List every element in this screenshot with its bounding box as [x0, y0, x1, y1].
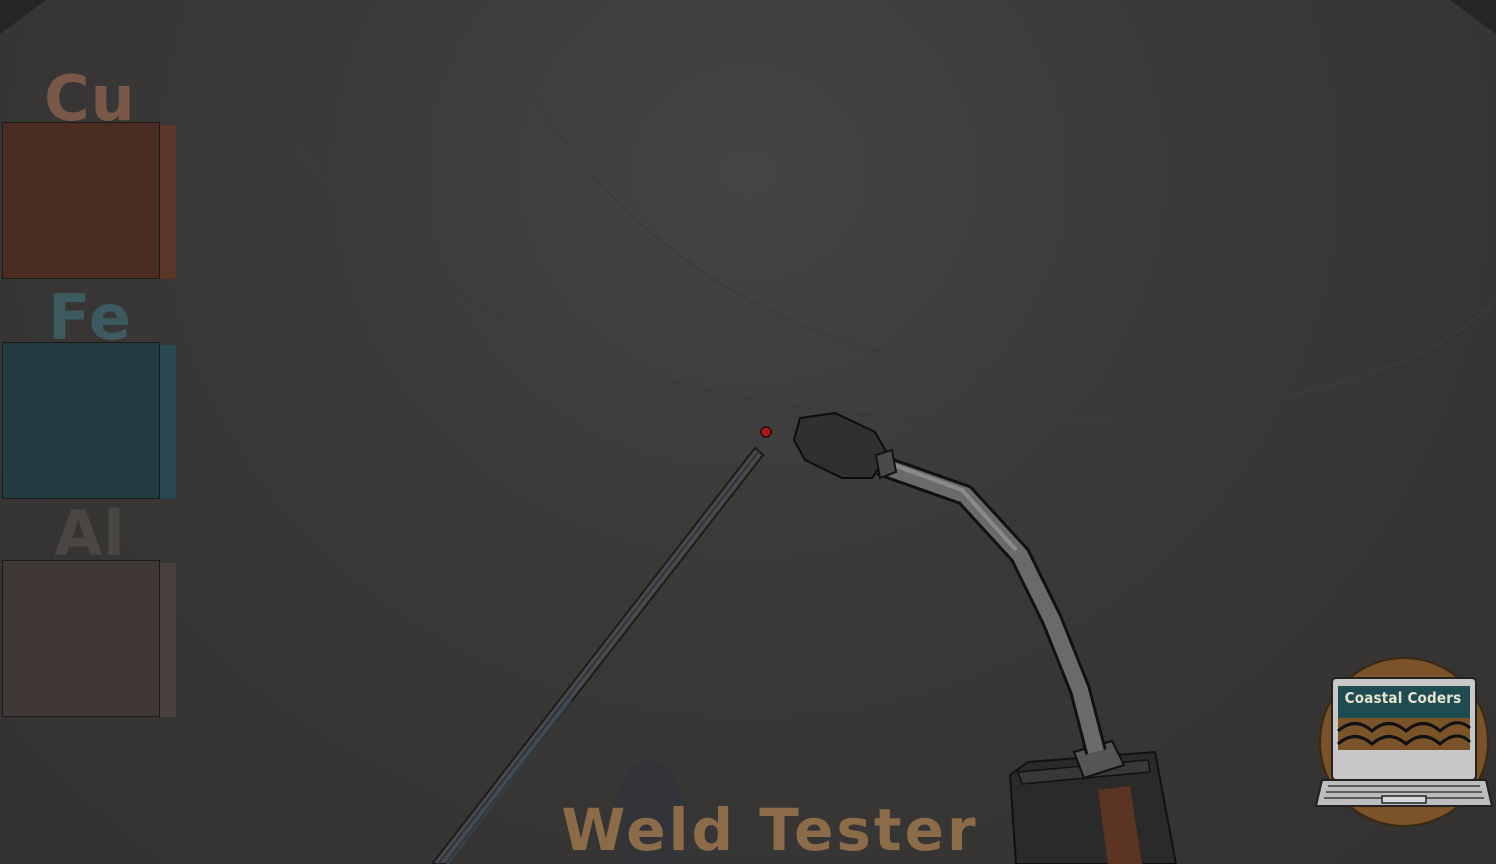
logo-text: Coastal Coders: [1344, 689, 1462, 707]
laptop-logo-icon: [1314, 657, 1494, 827]
game-title: Weld Tester: [561, 796, 979, 864]
game-viewport[interactable]: Cu Fe Al Weld Tester Coastal Coders: [0, 0, 1496, 864]
torch-shadow: [615, 760, 685, 864]
